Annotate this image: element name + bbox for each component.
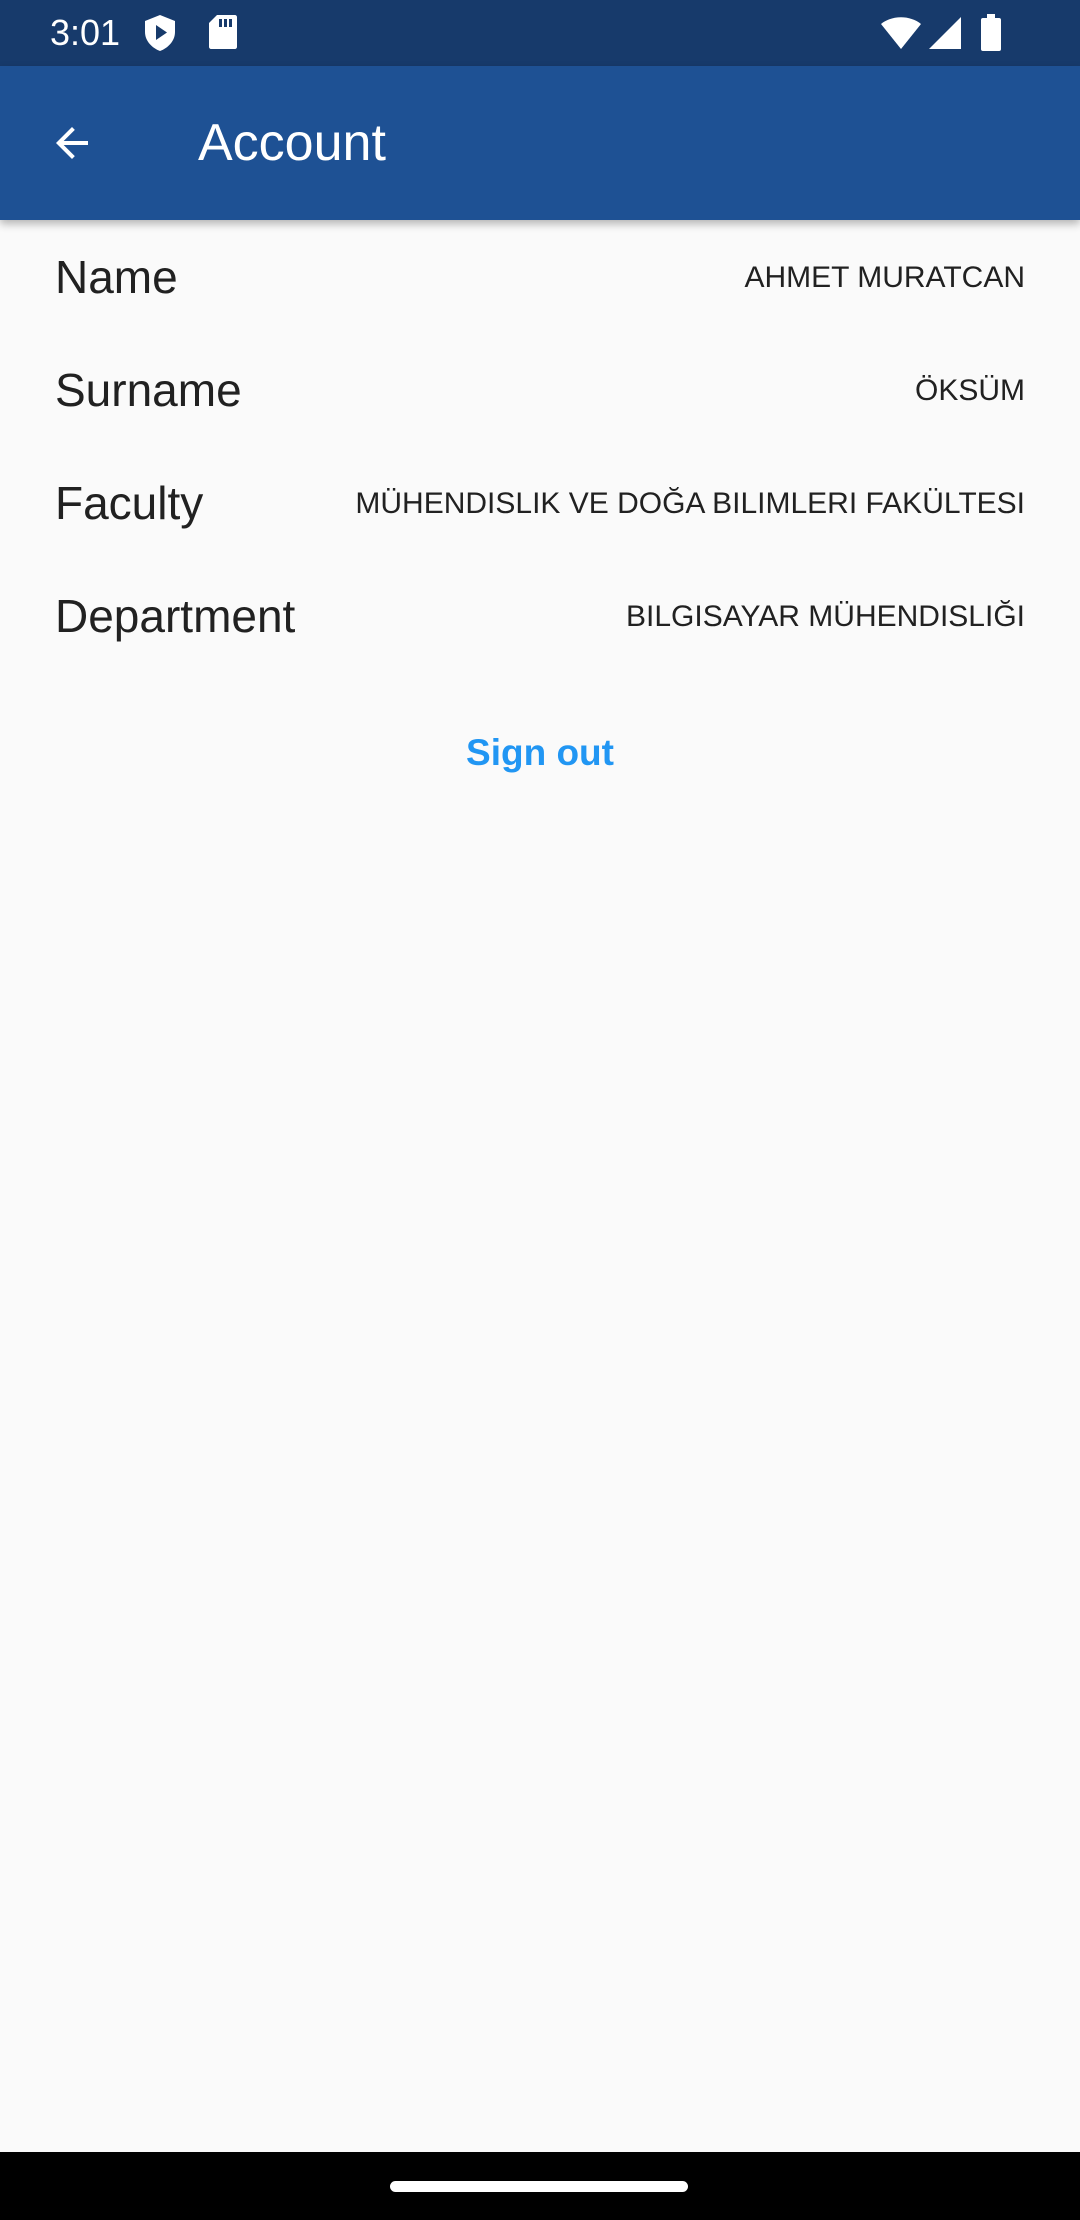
home-indicator[interactable] — [390, 2181, 688, 2192]
cellular-signal-icon — [929, 17, 961, 49]
app-bar: Account — [0, 66, 1080, 220]
account-row-surname: Surname ÖKSÜM — [0, 333, 1080, 446]
page-title: Account — [198, 114, 386, 172]
sd-card-icon — [209, 15, 237, 49]
wifi-icon — [881, 17, 921, 49]
row-label: Department — [55, 590, 296, 642]
arrow-back-icon — [56, 127, 88, 159]
row-value: BILGISAYAR MÜHENDISLIĞI — [626, 600, 1025, 633]
account-row-name: Name AHMET MURATCAN — [0, 220, 1080, 333]
account-row-faculty: Faculty MÜHENDISLIK VE DOĞA BILIMLERI FA… — [0, 446, 1080, 559]
shield-play-icon — [145, 15, 175, 51]
account-details: Name AHMET MURATCAN Surname ÖKSÜM Facult… — [0, 220, 1080, 672]
navigation-bar — [0, 2152, 1080, 2220]
account-row-department: Department BILGISAYAR MÜHENDISLIĞI — [0, 559, 1080, 672]
sign-out-button[interactable]: Sign out — [0, 730, 1080, 776]
battery-icon — [981, 14, 1001, 51]
row-value: MÜHENDISLIK VE DOĞA BILIMLERI FAKÜLTESI — [355, 487, 1025, 520]
row-label: Name — [55, 251, 178, 303]
row-value: ÖKSÜM — [914, 374, 1025, 407]
back-button[interactable] — [36, 107, 108, 179]
row-value: AHMET MURATCAN — [744, 261, 1025, 294]
status-time: 3:01 — [50, 12, 121, 53]
status-bar: 3:01 — [0, 0, 1080, 66]
row-label: Faculty — [55, 477, 204, 529]
row-label: Surname — [55, 364, 242, 416]
